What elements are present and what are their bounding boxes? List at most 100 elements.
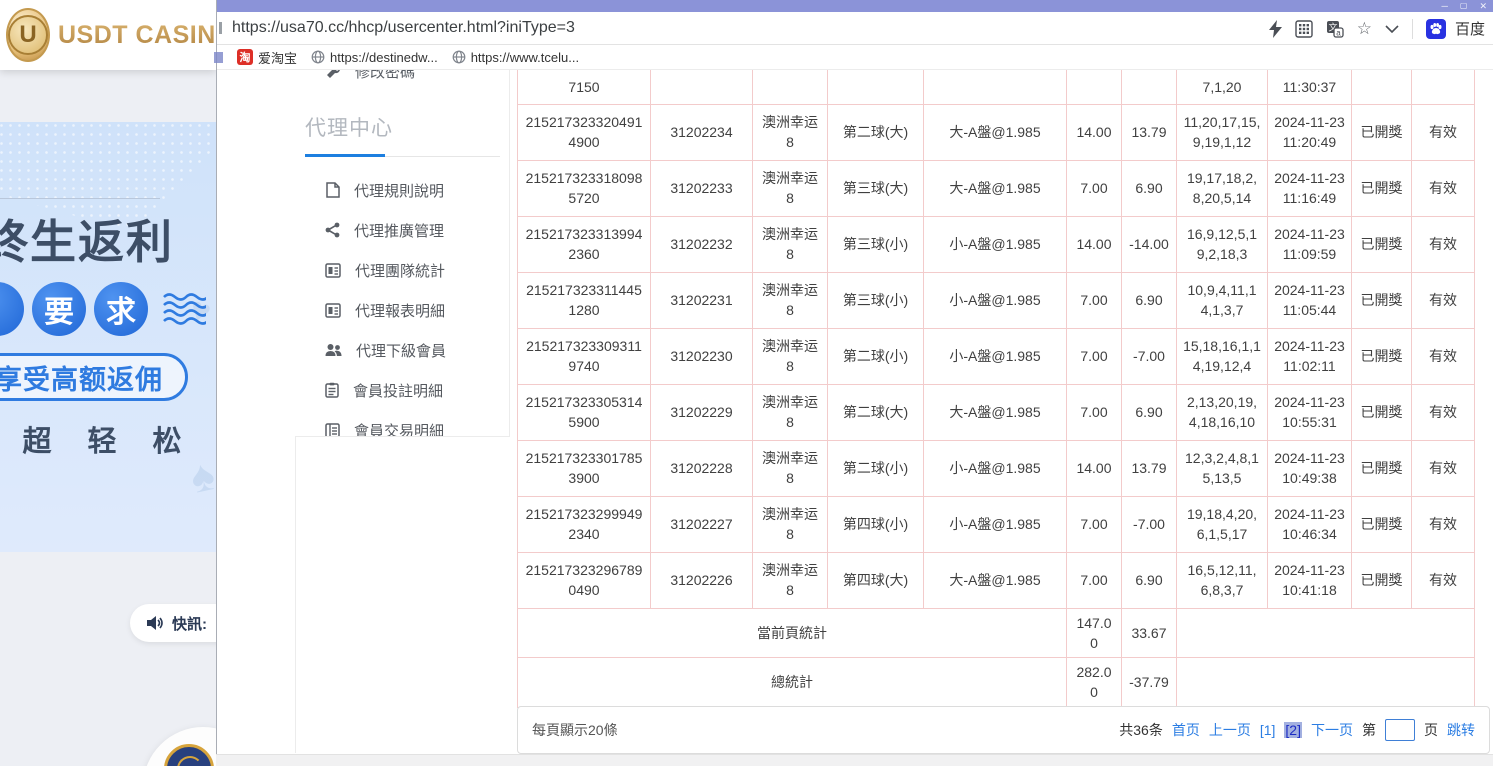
- sidebar-item-6[interactable]: 會員交易明細: [295, 410, 509, 437]
- cell-bet-content: 大-A盤@1.985: [924, 160, 1067, 216]
- chevron-down-icon[interactable]: [1385, 25, 1399, 33]
- trans-icon: [325, 423, 340, 438]
- browser-addressbar[interactable]: https://usa70.cc/hhcp/usercenter.html?in…: [217, 12, 1493, 45]
- close-icon[interactable]: ✕: [1479, 2, 1487, 11]
- bookmarks-bar: 淘爱淘宝 https://destinedw... https://www.tcel…: [217, 45, 1493, 70]
- sidebar-item-4[interactable]: 代理下級會員: [295, 330, 509, 370]
- screen: ♥ ♠ 终生返利 要 求 享受高额返佣 超 轻 松: [0, 0, 1493, 766]
- cell-draw-numbers: 16,9,12,5,19,2,18,3: [1177, 216, 1268, 272]
- sidebar-item-5[interactable]: 會員投註明細: [295, 370, 509, 410]
- cell-draw-status: 已開獎: [1352, 216, 1412, 272]
- sidebar-item-2[interactable]: 代理團隊統計: [295, 250, 509, 290]
- site-logo-card[interactable]: U USDT CASINO: [0, 0, 216, 70]
- cell-period-no: 31202230: [651, 328, 753, 384]
- bookmark-item[interactable]: https://www.tcelu...: [452, 48, 579, 67]
- bet-records-table: 71507,1,2011:30:372152173233204914900312…: [517, 70, 1475, 708]
- table-row: 215217323311445128031202231澳洲幸运8第三球(小)小-…: [518, 272, 1475, 328]
- cell-draw-status: 已開獎: [1352, 552, 1412, 608]
- star-icon[interactable]: ☆: [1357, 20, 1372, 37]
- cell-win-loss: 13.79: [1122, 104, 1177, 160]
- table-row: 215217323299949234031202227澳洲幸运8第四球(小)小-…: [518, 496, 1475, 552]
- cell-game-name: 澳洲幸运8: [753, 440, 828, 496]
- cell-order-no: 2152173233093119740: [518, 328, 651, 384]
- cell-draw-numbers: 15,18,16,1,14,19,12,4: [1177, 328, 1268, 384]
- cell-bet-amount: 7.00: [1067, 328, 1122, 384]
- sidebar-item-label: 代理報表明細: [355, 300, 445, 321]
- sidebar-item-3[interactable]: 代理報表明細: [295, 290, 509, 330]
- cell-draw-status: 已開獎: [1352, 328, 1412, 384]
- cell-win-loss: -14.00: [1122, 216, 1177, 272]
- lightning-icon[interactable]: [1269, 20, 1282, 38]
- cell-play-type: 第四球(小): [828, 496, 924, 552]
- share-icon: [325, 222, 340, 238]
- cell-game-name: 澳洲幸运8: [753, 384, 828, 440]
- cell-valid-status: 有效: [1412, 160, 1475, 216]
- cell-bet-time: 2024-11-23 10:55:31: [1268, 384, 1352, 440]
- summary-empty: [1177, 658, 1475, 708]
- cell-bet-content: 大-A盤@1.985: [924, 384, 1067, 440]
- translate-icon[interactable]: 文 a: [1326, 20, 1344, 38]
- toolbar-separator: [1412, 19, 1413, 39]
- table-row: 215217323305314590031202229澳洲幸运8第二球(大)大-…: [518, 384, 1475, 440]
- sidebar-divider-accent: [305, 154, 385, 157]
- sidebar-item-0[interactable]: 代理規則說明: [295, 170, 509, 210]
- cell-bet-amount: 14.00: [1067, 440, 1122, 496]
- page-info-icon[interactable]: [219, 22, 222, 34]
- summary-winloss: -37.79: [1122, 658, 1177, 708]
- page-number-1[interactable]: [1]: [1260, 722, 1276, 738]
- page-bottom-strip: [216, 754, 1493, 766]
- cell-draw-status: [1352, 70, 1412, 104]
- sidebar-item-change-password[interactable]: 修改密碼: [325, 70, 415, 82]
- banner-circle-1: 要: [32, 282, 86, 336]
- prev-page-link[interactable]: 上一页: [1209, 720, 1251, 740]
- cell-bet-amount: 7.00: [1067, 552, 1122, 608]
- table-row: 215217323301785390031202228澳洲幸运8第二球(小)小-…: [518, 440, 1475, 496]
- baidu-paw-icon[interactable]: [1426, 19, 1446, 39]
- jump-button[interactable]: 跳转: [1447, 720, 1475, 740]
- browser-titlebar[interactable]: ─ ▢ ✕: [217, 0, 1493, 12]
- cell-play-type: 第三球(大): [828, 160, 924, 216]
- maximize-icon[interactable]: ▢: [1460, 2, 1468, 10]
- page-number-2-current[interactable]: [2]: [1284, 722, 1302, 738]
- url-text[interactable]: https://usa70.cc/hhcp/usercenter.html?in…: [232, 19, 575, 37]
- cell-draw-status: 已開獎: [1352, 104, 1412, 160]
- cell-draw-status: 已開獎: [1352, 496, 1412, 552]
- sidebar-item-label: 代理規則說明: [354, 180, 444, 201]
- cell-game-name: [753, 70, 828, 104]
- cell-play-type: 第三球(小): [828, 272, 924, 328]
- globe-icon: [311, 50, 325, 64]
- sidebar-item-1[interactable]: 代理推廣管理: [295, 210, 509, 250]
- bookmark-item[interactable]: 淘爱淘宝: [237, 48, 297, 67]
- first-page-link[interactable]: 首页: [1172, 720, 1200, 740]
- apps-grid-icon[interactable]: [1295, 20, 1313, 38]
- svg-text:a: a: [1336, 28, 1341, 37]
- banner-circle-cut: [0, 282, 24, 336]
- banner-circle-row: 要 求: [0, 282, 206, 336]
- stats-icon: [325, 263, 341, 278]
- cell-order-no: 2152173233139942360: [518, 216, 651, 272]
- cell-bet-amount: 14.00: [1067, 104, 1122, 160]
- cell-bet-time: 2024-11-23 11:09:59: [1268, 216, 1352, 272]
- users-icon: [325, 343, 342, 357]
- cell-period-no: 31202227: [651, 496, 753, 552]
- page-jump-input[interactable]: [1385, 719, 1415, 741]
- table-row: 215217323320491490031202234澳洲幸运8第二球(大)大-…: [518, 104, 1475, 160]
- table-row: 215217323313994236031202232澳洲幸运8第三球(小)小-…: [518, 216, 1475, 272]
- bookmark-item[interactable]: https://destinedw...: [311, 48, 438, 67]
- cell-bet-time: 2024-11-23 11:05:44: [1268, 272, 1352, 328]
- minimize-icon[interactable]: ─: [1442, 2, 1448, 11]
- wrench-icon: [325, 70, 341, 80]
- cell-bet-amount: [1067, 70, 1122, 104]
- search-engine-label[interactable]: 百度: [1455, 18, 1485, 39]
- cell-valid-status: 有效: [1412, 216, 1475, 272]
- news-ticker[interactable]: 快訊:: [130, 604, 216, 642]
- clipped-bookmark-icon[interactable]: [214, 52, 223, 63]
- cell-draw-numbers: 10,9,4,11,14,1,3,7: [1177, 272, 1268, 328]
- banner-circle-2: 求: [94, 282, 148, 336]
- cell-bet-content: [924, 70, 1067, 104]
- jump-suffix-label: 页: [1424, 720, 1438, 740]
- agent-sidebar: 修改密碼 代理中心 代理規則說明代理推廣管理代理團隊統計代理報表明細代理下級會員…: [295, 70, 510, 437]
- report-icon: [325, 303, 341, 318]
- cell-bet-content: 小-A盤@1.985: [924, 440, 1067, 496]
- next-page-link[interactable]: 下一页: [1311, 720, 1353, 740]
